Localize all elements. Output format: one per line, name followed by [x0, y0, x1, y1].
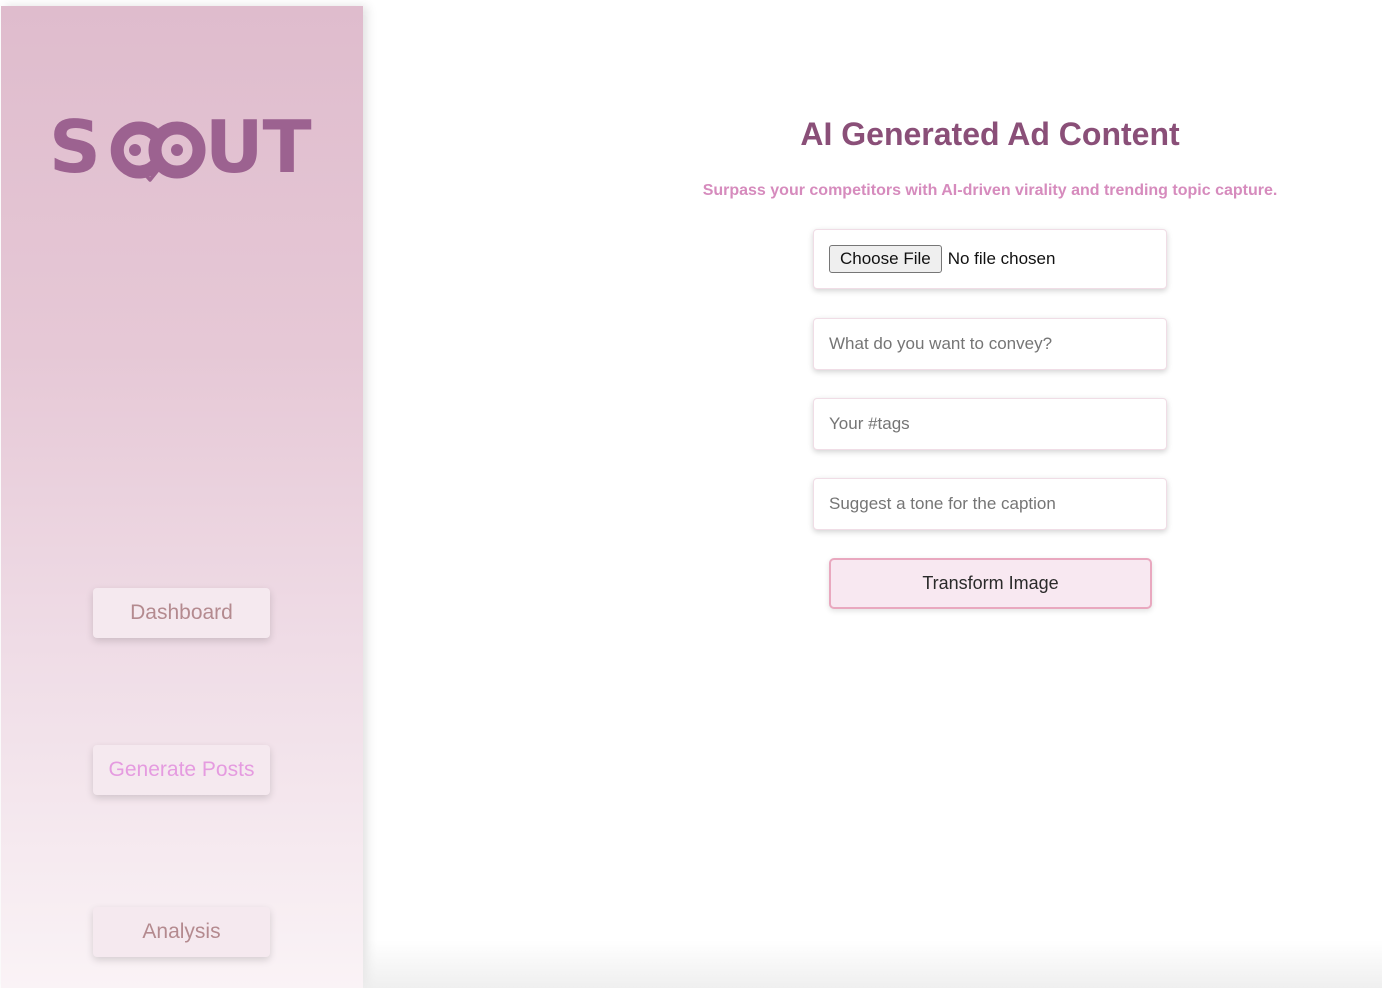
page-title: AI Generated Ad Content [800, 116, 1180, 152]
scout-logo[interactable]: S UT [49, 106, 317, 196]
convey-message-input[interactable] [813, 318, 1167, 370]
image-upload-field[interactable]: Choose File No file chosen [813, 229, 1167, 289]
eye-o-glyph [148, 121, 206, 179]
file-status-text: No file chosen [947, 249, 1056, 268]
transform-image-button[interactable]: Transform Image [829, 558, 1152, 609]
sidebar-item-analysis[interactable]: Analysis [93, 907, 270, 957]
caption-tone-input[interactable] [813, 478, 1167, 530]
hashtags-input[interactable] [813, 398, 1167, 450]
scout-logo-graphic: S UT [49, 106, 312, 189]
sidebar-item-generate-posts[interactable]: Generate Posts [93, 745, 270, 795]
svg-text:S: S [49, 106, 100, 189]
svg-text:UT: UT [205, 106, 311, 189]
page-subtitle: Surpass your competitors with AI-driven … [702, 182, 1278, 199]
bottom-shadow [363, 940, 1382, 988]
app-page: S UT Dashboard Generate Posts Analysis A… [0, 0, 1382, 988]
sidebar: S UT Dashboard Generate Posts Analysis [1, 6, 363, 988]
sidebar-item-dashboard[interactable]: Dashboard [93, 588, 270, 638]
choose-file-button[interactable]: Choose File [829, 245, 942, 273]
